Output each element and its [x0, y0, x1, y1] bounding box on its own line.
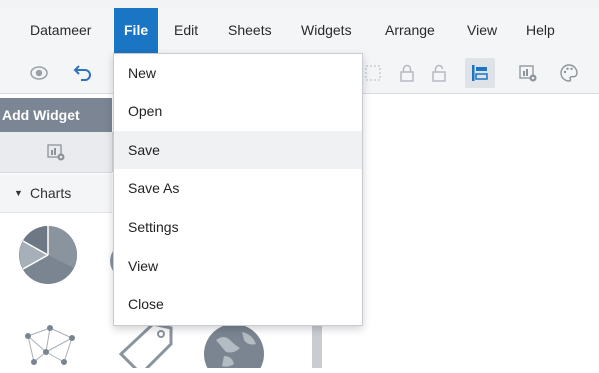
undo-icon[interactable] — [70, 61, 94, 85]
widget-tabs — [0, 132, 113, 173]
unlock-icon[interactable] — [427, 61, 451, 85]
menu-item-close[interactable]: Close — [114, 285, 362, 323]
menubar: Datameer File Edit Sheets Widgets Arrang… — [0, 8, 599, 53]
pie-chart-icon[interactable] — [18, 225, 78, 285]
palette-icon[interactable] — [557, 61, 581, 85]
add-widget-label: Add Widget — [2, 107, 80, 123]
menu-arrange[interactable]: Arrange — [375, 8, 445, 53]
align-left-icon[interactable] — [465, 58, 495, 88]
add-widget-header: Add Widget — [0, 98, 112, 132]
menu-sheets[interactable]: Sheets — [218, 8, 282, 53]
network-graph-icon[interactable] — [20, 322, 80, 368]
caret-down-icon: ▼ — [14, 188, 23, 198]
lock-icon[interactable] — [395, 61, 419, 85]
menu-item-save[interactable]: Save — [114, 131, 362, 169]
menu-item-new[interactable]: New — [114, 54, 362, 92]
grid-icon[interactable] — [362, 61, 386, 85]
charts-section-label: Charts — [30, 185, 72, 201]
menu-view[interactable]: View — [457, 8, 507, 53]
widget-settings-icon[interactable] — [516, 61, 540, 85]
file-menu-dropdown: New Open Save Save As Settings View Clos… — [113, 53, 363, 326]
charts-section-header[interactable]: ▼ Charts — [0, 174, 112, 213]
globe-icon[interactable] — [202, 322, 266, 373]
menu-file[interactable]: File — [114, 8, 159, 53]
menu-edit[interactable]: Edit — [164, 8, 208, 53]
menu-datameer[interactable]: Datameer — [20, 8, 101, 53]
menu-widgets[interactable]: Widgets — [291, 8, 362, 53]
menu-help[interactable]: Help — [516, 8, 565, 53]
tab-widget-settings[interactable] — [0, 132, 113, 172]
menu-item-save-as[interactable]: Save As — [114, 169, 362, 207]
eye-icon[interactable] — [27, 61, 51, 85]
menu-item-open[interactable]: Open — [114, 92, 362, 130]
widget-settings-icon — [47, 144, 65, 161]
menu-item-settings[interactable]: Settings — [114, 208, 362, 246]
menu-item-view[interactable]: View — [114, 247, 362, 285]
tag-icon[interactable] — [113, 322, 175, 373]
